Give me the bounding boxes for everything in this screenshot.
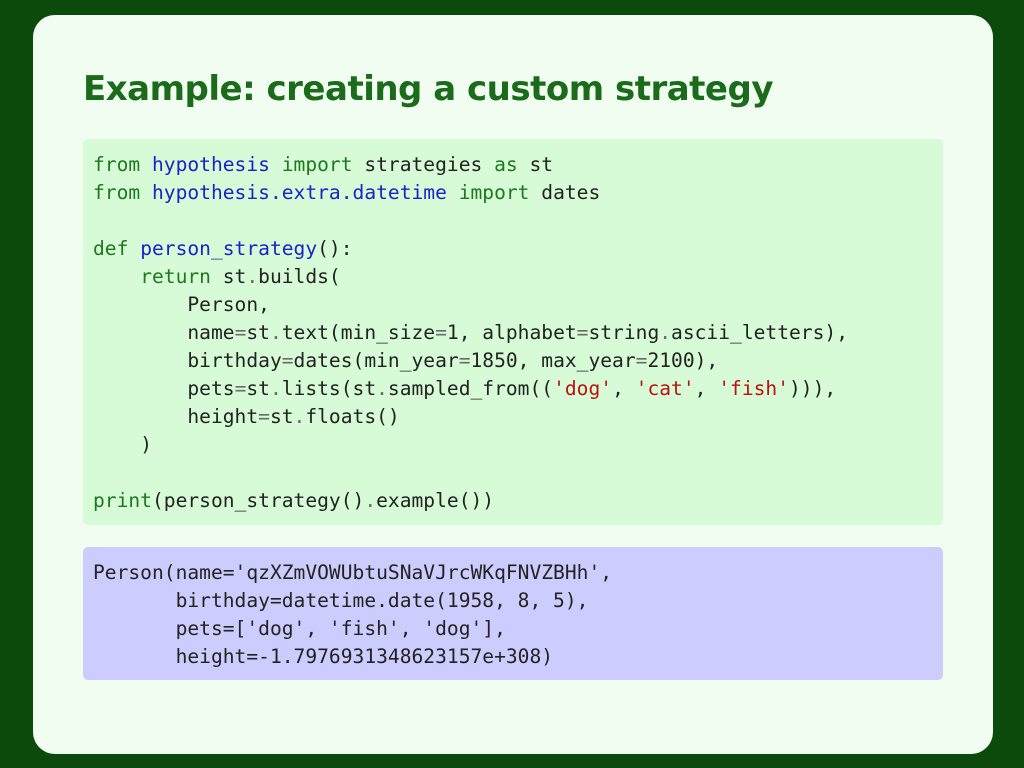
operator: . [269, 321, 282, 344]
operator: . [659, 321, 672, 344]
keyword: from [93, 181, 141, 204]
output-line-3: pets=['dog', 'fish', 'dog'], [93, 617, 506, 640]
code-line-9: pets=st.lists(st.sampled_from(('dog', 'c… [93, 375, 943, 403]
code-text: sampled_from(( [387, 377, 554, 400]
slide: Example: creating a custom strategy from… [33, 15, 993, 754]
builtin-name: print [93, 489, 152, 512]
module-name: hypothesis [151, 153, 270, 176]
code-line-11: ) [93, 431, 943, 459]
code-text: (person_strategy() [151, 489, 365, 512]
code-text: string [588, 321, 660, 344]
code-line-10: height=st.floats() [93, 403, 943, 431]
operator: . [246, 265, 259, 288]
operator: . [376, 377, 388, 400]
output-line-4: height=-1.7976931348623157e+308) [93, 645, 554, 668]
keyword: from [93, 153, 141, 176]
keyword: import [281, 153, 353, 176]
code-line-6: Person, [93, 291, 943, 319]
code-text: , [694, 377, 719, 400]
code-text: name [187, 321, 235, 344]
code-line-1: from hypothesis import strategies as st [93, 151, 943, 179]
code-text: birthday [187, 349, 282, 372]
code-line-13: print(person_strategy().example()) [93, 487, 943, 515]
code-line-5: return st.builds( [93, 263, 943, 291]
output-line-2: birthday=datetime.date(1958, 8, 5), [93, 589, 589, 612]
output-line-1: Person(name='qzXZmVOWUbtuSNaVJrcWKqFNVZB… [93, 561, 613, 584]
code-line-8: birthday=dates(min_year=1850, max_year=2… [93, 347, 943, 375]
operator: = [435, 321, 447, 344]
operator: = [234, 321, 247, 344]
keyword: import [458, 181, 530, 204]
operator: = [234, 377, 247, 400]
code-text: st [529, 153, 554, 176]
code-text: floats() [305, 405, 400, 428]
slide-title: Example: creating a custom strategy [83, 69, 774, 109]
code-text: 2100), [647, 349, 719, 372]
keyword: def [93, 237, 129, 260]
code-text: 1, alphabet [446, 321, 577, 344]
operator: = [576, 321, 589, 344]
code-text: pets [187, 377, 235, 400]
code-text: 1850, max_year [470, 349, 636, 372]
code-text: ascii_letters), [671, 321, 848, 344]
operator: . [364, 489, 377, 512]
operator: = [458, 349, 471, 372]
string-literal: 'fish' [718, 377, 790, 400]
code-text: ))), [789, 377, 837, 400]
operator: . [293, 405, 306, 428]
code-text: st [269, 405, 294, 428]
code-line-2: from hypothesis.extra.datetime import da… [93, 179, 943, 207]
operator: = [258, 405, 270, 428]
code-text: lists(st [281, 377, 377, 400]
module-name: hypothesis.extra.datetime [151, 181, 447, 204]
code-text: builds( [258, 265, 341, 288]
code-text: ) [140, 433, 152, 456]
string-literal: 'cat' [635, 377, 695, 400]
code-text: st [222, 265, 247, 288]
keyword: return [140, 265, 211, 288]
string-literal: 'dog' [553, 377, 613, 400]
function-name: person_strategy [140, 237, 318, 260]
code-text: dates(min_year [293, 349, 459, 372]
operator: = [281, 349, 294, 372]
code-text: height [187, 405, 259, 428]
code-text: , [612, 377, 636, 400]
code-text: (): [317, 237, 353, 260]
code-text: dates [541, 181, 601, 204]
code-text: Person, [187, 293, 270, 316]
code-text: st [246, 321, 270, 344]
code-line-4: def person_strategy(): [93, 235, 943, 263]
code-block: from hypothesis import strategies as st … [83, 139, 943, 525]
code-text: text(min_size [281, 321, 436, 344]
code-text: st [246, 377, 270, 400]
operator: = [635, 349, 648, 372]
keyword: as [494, 153, 518, 176]
code-line-7: name=st.text(min_size=1, alphabet=string… [93, 319, 943, 347]
code-text: example()) [376, 489, 495, 512]
code-text: strategies [364, 153, 483, 176]
output-block: Person(name='qzXZmVOWUbtuSNaVJrcWKqFNVZB… [83, 547, 943, 680]
operator: . [269, 377, 282, 400]
